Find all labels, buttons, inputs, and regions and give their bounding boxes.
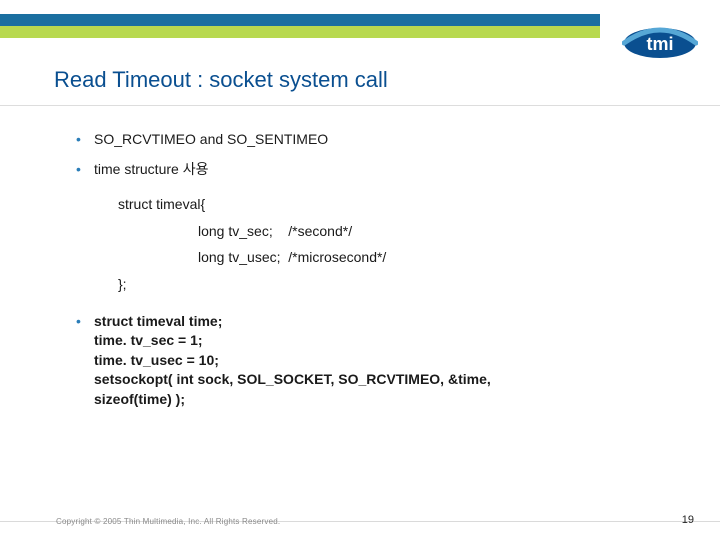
bullet-list-2: struct timeval time; time. tv_sec = 1; t… xyxy=(70,312,660,410)
footer: Copyright © 2005 Thin Multimedia, Inc. A… xyxy=(0,521,720,530)
logo-tmi-icon: tmi xyxy=(622,26,698,60)
bullet-item-2: time structure 사용 xyxy=(70,160,660,180)
bold-code-block: struct timeval time; time. tv_sec = 1; t… xyxy=(94,312,660,410)
logo-text: tmi xyxy=(647,34,674,54)
bullet-list: SO_RCVTIMEO and SO_SENTIMEO time structu… xyxy=(70,130,660,179)
code-line-usec: long tv_usec; /*microsecond*/ xyxy=(118,244,660,271)
stripe-light xyxy=(0,26,600,38)
bullet-item-3: struct timeval time; time. tv_sec = 1; t… xyxy=(70,312,660,410)
code-struct-block: struct timeval{ long tv_sec; /*second*/ … xyxy=(118,191,660,297)
bold-line-4: setsockopt( int sock, SOL_SOCKET, SO_RCV… xyxy=(94,370,660,390)
bold-line-3: time. tv_usec = 10; xyxy=(94,351,660,371)
stripe-dark xyxy=(0,14,600,26)
content-area: SO_RCVTIMEO and SO_SENTIMEO time structu… xyxy=(70,130,660,420)
code-line-close: }; xyxy=(118,271,660,298)
title-divider xyxy=(0,105,720,106)
bold-line-5: sizeof(time) ); xyxy=(94,390,660,410)
code-line-open: struct timeval{ xyxy=(118,191,660,218)
bold-line-1: struct timeval time; xyxy=(94,312,660,332)
bold-line-2: time. tv_sec = 1; xyxy=(94,331,660,351)
page-number: 19 xyxy=(682,514,694,526)
page-title: Read Timeout : socket system call xyxy=(54,67,388,93)
copyright-text: Copyright © 2005 Thin Multimedia, Inc. A… xyxy=(56,517,280,526)
logo-tmi: tmi xyxy=(622,26,698,60)
bullet-item-1: SO_RCVTIMEO and SO_SENTIMEO xyxy=(70,130,660,150)
code-line-sec: long tv_sec; /*second*/ xyxy=(118,218,660,245)
top-stripe xyxy=(0,14,600,38)
